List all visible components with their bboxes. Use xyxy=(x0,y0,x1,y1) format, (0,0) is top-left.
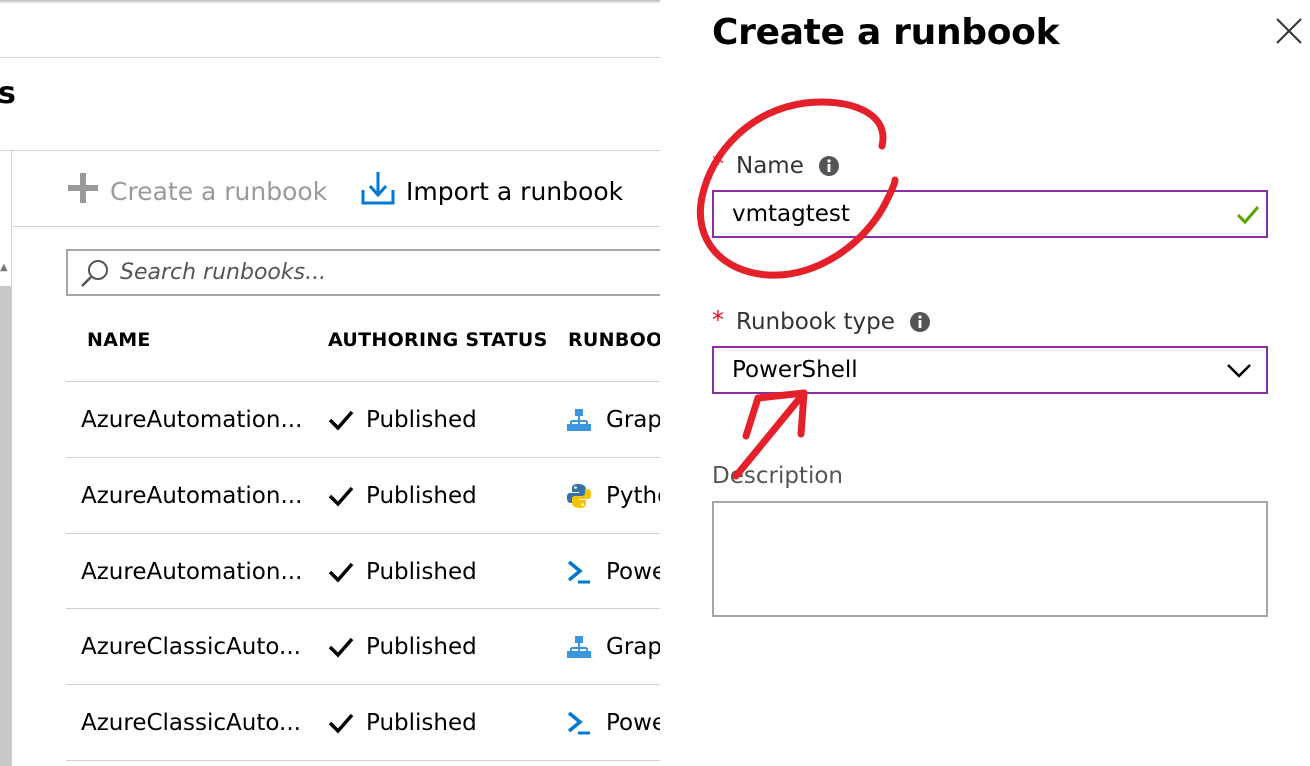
import-runbook-label: Import a runbook xyxy=(406,176,624,206)
column-header-runbook-type[interactable]: RUNBOO xyxy=(568,329,660,351)
blade-title: s xyxy=(0,76,16,111)
status-text: Published xyxy=(366,407,477,433)
close-button[interactable] xyxy=(1270,14,1308,52)
powershell-icon xyxy=(566,559,592,585)
runbook-name: AzureAutomation... xyxy=(81,559,303,585)
runbook-type: Grap xyxy=(566,609,660,685)
import-runbook-button[interactable]: Import a runbook xyxy=(360,170,623,212)
runbook-type-value: PowerShell xyxy=(732,357,858,383)
runbook-type: Powe xyxy=(566,534,660,610)
runbook-name: AzureClassicAuto... xyxy=(81,710,301,736)
table-row[interactable]: AzureClassicAuto... Published Powe xyxy=(66,684,660,760)
scrollbar-thumb[interactable] xyxy=(0,286,11,766)
search-box[interactable] xyxy=(66,249,660,296)
info-icon[interactable] xyxy=(909,311,931,333)
checkmark-icon xyxy=(328,712,354,734)
command-bar-divider xyxy=(12,226,660,227)
scroll-up-icon[interactable]: ▲ xyxy=(0,262,8,273)
type-text: Grap xyxy=(606,634,660,660)
type-text: Powe xyxy=(606,710,660,736)
name-label-text: Name xyxy=(736,153,804,179)
python-icon xyxy=(566,483,592,509)
checkmark-icon xyxy=(328,561,354,583)
status-text: Published xyxy=(366,559,477,585)
runbook-name: AzureAutomation... xyxy=(81,483,303,509)
chevron-down-icon xyxy=(1226,360,1252,380)
checkmark-icon xyxy=(328,636,354,658)
runbook-name: AzureClassicAuto... xyxy=(81,634,301,660)
header-divider xyxy=(0,57,660,58)
runbook-name: AzureAutomation... xyxy=(81,407,303,433)
panel-title: Create a runbook xyxy=(712,12,1060,53)
menu-divider xyxy=(11,151,12,766)
checkmark-icon xyxy=(328,409,354,431)
required-mark: * xyxy=(712,150,724,178)
table-bottom-divider xyxy=(66,760,660,761)
description-label: Description xyxy=(712,463,843,489)
close-icon xyxy=(1275,17,1303,49)
runbook-type: Powe xyxy=(566,685,660,761)
table-row[interactable]: AzureClassicAuto... Published Grap xyxy=(66,608,660,684)
name-input[interactable] xyxy=(732,201,1202,227)
runbook-type-label-text: Runbook type xyxy=(736,309,895,335)
column-header-name[interactable]: NAME xyxy=(87,329,151,351)
create-runbook-label: Create a runbook xyxy=(110,176,328,206)
description-field[interactable] xyxy=(712,501,1268,617)
search-input[interactable] xyxy=(120,260,600,285)
top-shadow xyxy=(0,0,660,4)
status-text: Published xyxy=(366,710,477,736)
runbooks-blade: s ▲ Create a runbook Import a runbook NA… xyxy=(0,0,660,766)
description-input[interactable] xyxy=(714,503,1266,615)
checkmark-icon xyxy=(328,485,354,507)
status-text: Published xyxy=(366,483,477,509)
create-runbook-panel: Create a runbook * Name * Runbook type P… xyxy=(660,0,1310,766)
title-divider xyxy=(0,150,660,151)
required-mark: * xyxy=(712,306,724,334)
create-runbook-button[interactable]: Create a runbook xyxy=(66,170,327,212)
runbook-type: Pytho xyxy=(566,458,660,534)
type-text: Powe xyxy=(606,559,660,585)
download-icon xyxy=(360,170,396,212)
table-row[interactable]: AzureAutomation... Published Pytho xyxy=(66,457,660,533)
powershell-icon xyxy=(566,710,592,736)
graphical-icon xyxy=(566,634,592,660)
column-header-authoring-status[interactable]: AUTHORING STATUS xyxy=(328,329,548,351)
plus-icon xyxy=(66,171,100,211)
name-field[interactable] xyxy=(712,190,1268,238)
info-icon[interactable] xyxy=(818,155,840,177)
authoring-status: Published xyxy=(328,382,477,458)
runbook-type-dropdown[interactable]: PowerShell xyxy=(712,346,1268,394)
graphical-icon xyxy=(566,407,592,433)
table-row[interactable]: AzureAutomation... Published Grap xyxy=(66,381,660,457)
type-text: Pytho xyxy=(606,483,660,509)
search-icon xyxy=(80,258,110,288)
authoring-status: Published xyxy=(328,534,477,610)
table-row[interactable]: AzureAutomation... Published Powe xyxy=(66,533,660,609)
status-text: Published xyxy=(366,634,477,660)
authoring-status: Published xyxy=(328,458,477,534)
name-label: * Name xyxy=(712,150,840,180)
authoring-status: Published xyxy=(328,685,477,761)
runbook-type-label: * Runbook type xyxy=(712,306,931,336)
type-text: Grap xyxy=(606,407,660,433)
authoring-status: Published xyxy=(328,609,477,685)
valid-check-icon xyxy=(1236,203,1260,225)
runbook-type: Grap xyxy=(566,382,660,458)
